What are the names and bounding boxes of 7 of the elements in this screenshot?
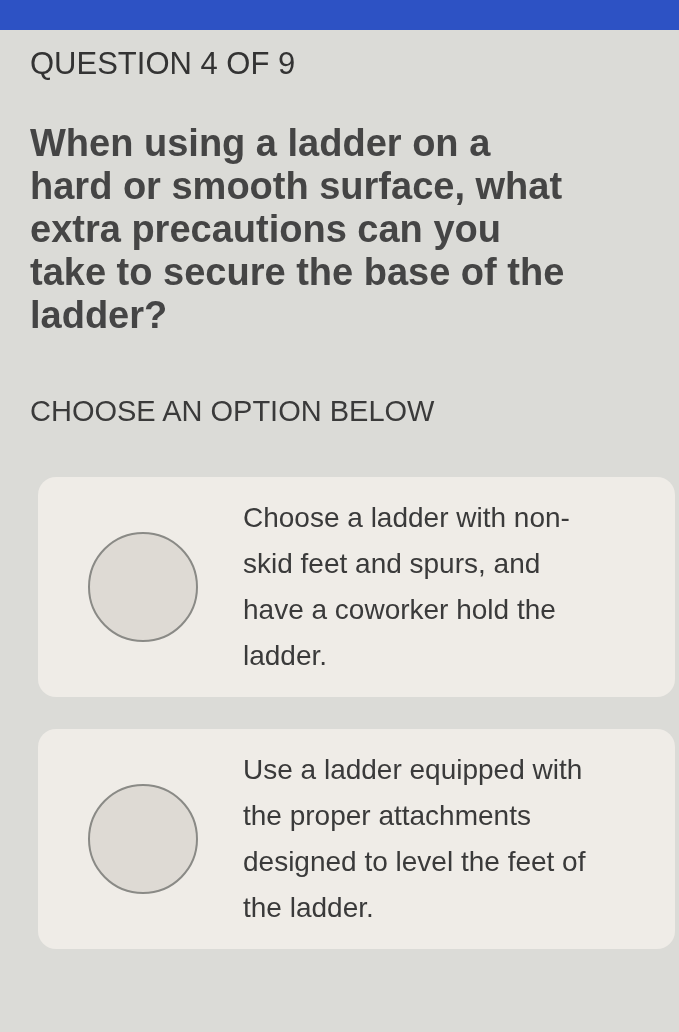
option-text: Use a ladder equipped with the proper attachments designed to level the feet of the ladder.	[243, 753, 587, 925]
question-counter: QUESTION 4 OF 9	[30, 46, 296, 82]
question-text: When using a ladder on a hard or smooth surface, what extra precautions can you take to secure the base of the ladder?	[30, 122, 566, 337]
instruction-text: CHOOSE AN OPTION BELOW	[30, 395, 435, 427]
option-text: Choose a ladder with non-skid feet and spurs, and have a coworker hold the ladder.	[243, 501, 571, 673]
option-card[interactable]: Use a ladder equipped with the proper attachments designed to level the feet of the ladder.	[38, 729, 675, 949]
option-card[interactable]: Choose a ladder with non-skid feet and spurs, and have a coworker hold the ladder.	[38, 477, 675, 697]
